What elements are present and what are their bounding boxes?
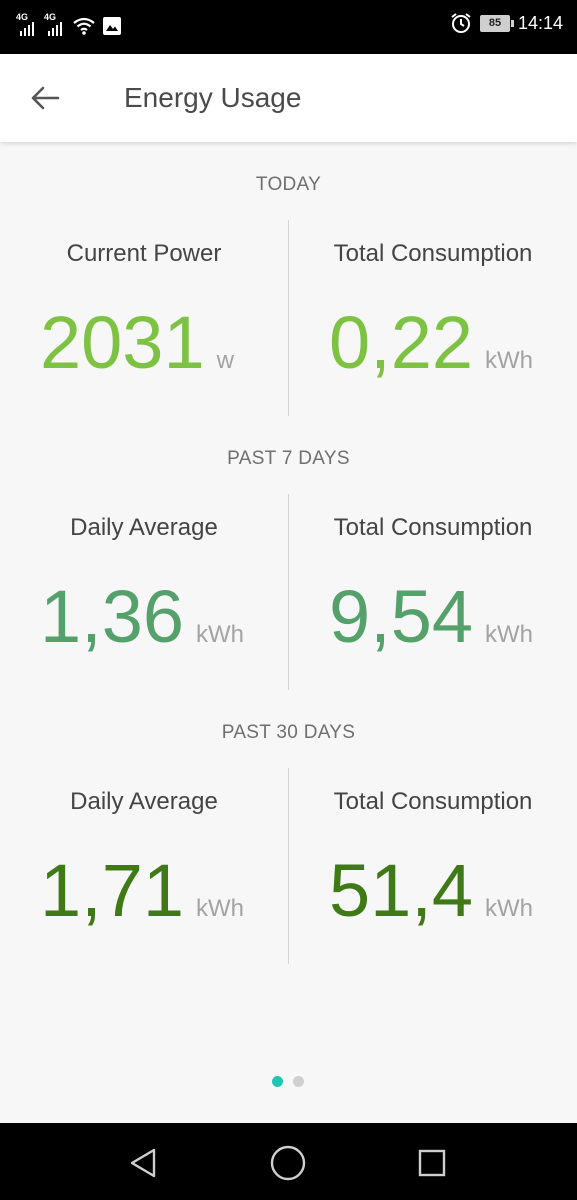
card-title-daily-average: Daily Average [70, 788, 218, 815]
metric-value: 0,22 [329, 301, 474, 384]
status-left: 4G 4G [16, 12, 122, 38]
page-title: Energy Usage [124, 82, 302, 113]
metric-total-consumption-7d: 9,54 kWh [329, 580, 533, 654]
clock: 14:14 [517, 12, 563, 33]
metric-daily-average-7d: 1,36 kWh [40, 580, 244, 654]
nav-recents-button[interactable] [410, 1141, 454, 1185]
page-dot-inactive[interactable] [293, 1076, 304, 1087]
metric-value: 51,4 [329, 849, 474, 932]
metric-unit: kWh [196, 621, 245, 648]
signal-icon: 4G [16, 12, 38, 38]
card-title-total-consumption: Total Consumption [333, 788, 533, 815]
back-triangle-icon [130, 1148, 156, 1178]
nav-back-button[interactable] [122, 1141, 166, 1185]
metric-unit: kWh [485, 621, 534, 648]
metric-total-consumption-30d: 51,4 kWh [329, 854, 533, 928]
metric-daily-average-30d: 1,71 kWh [40, 854, 244, 928]
network-type-label: 4G [16, 12, 29, 22]
metric-value: 2031 [40, 301, 205, 384]
signal-icon: 4G [44, 12, 66, 38]
section-label-past-30-days: PAST 30 DAYS [221, 722, 356, 743]
alarm-icon [451, 13, 471, 33]
network-type-label: 4G [44, 12, 57, 22]
card-title-daily-average: Daily Average [70, 514, 218, 541]
metric-unit: kWh [485, 347, 534, 374]
card-title-current-power: Current Power [66, 240, 222, 267]
page-indicator [272, 1076, 304, 1087]
nav-home-button[interactable] [266, 1141, 310, 1185]
recents-square-icon [418, 1149, 446, 1177]
back-button[interactable] [28, 80, 64, 116]
metric-value: 1,36 [40, 575, 185, 658]
section-label-today: TODAY [255, 174, 322, 195]
metric-unit: kWh [485, 895, 534, 922]
card-title-total-consumption: Total Consumption [333, 514, 533, 541]
system-nav-bar [0, 1123, 577, 1200]
metric-total-consumption-today: 0,22 kWh [329, 306, 533, 380]
metric-unit: kWh [196, 895, 245, 922]
wifi-icon [73, 17, 95, 35]
metric-value: 9,54 [329, 575, 474, 658]
status-bar: 4G 4G 85 14:14 [0, 0, 577, 54]
card-title-total-consumption: Total Consumption [333, 240, 533, 267]
app-bar: Energy Usage [0, 54, 577, 142]
metric-current-power: 2031 w [40, 306, 234, 380]
metric-value: 1,71 [40, 849, 185, 932]
page-dot-active[interactable] [272, 1076, 283, 1087]
metric-unit: w [216, 347, 234, 374]
battery-icon: 85 [479, 14, 514, 32]
home-circle-icon [270, 1145, 306, 1181]
section-label-past-7-days: PAST 7 DAYS [227, 448, 350, 469]
image-notification-icon [103, 17, 121, 35]
arrow-left-icon [31, 86, 60, 110]
status-right: 85 14:14 [450, 12, 563, 34]
